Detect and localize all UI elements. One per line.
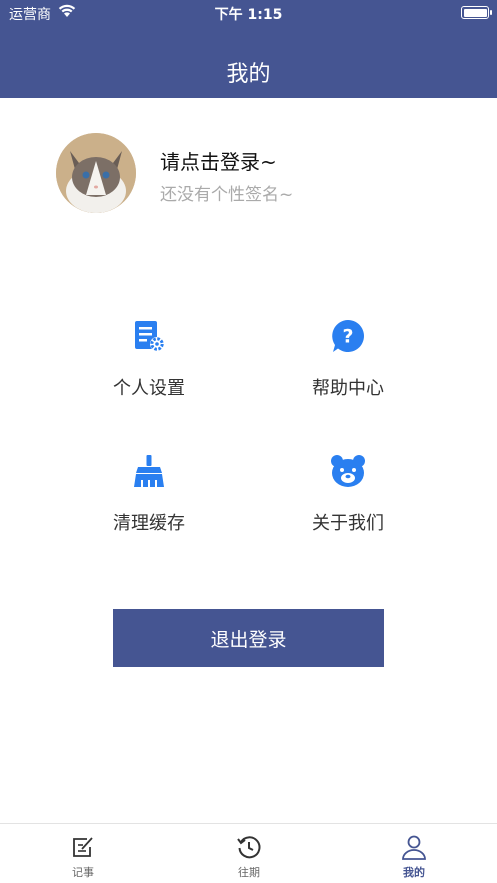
- help-bubble-icon: ?: [330, 318, 366, 354]
- status-bar: 运营商 下午 1:15: [0, 0, 497, 26]
- notepad-icon: [73, 837, 93, 857]
- menu-item-label: 个人设置: [113, 378, 185, 399]
- tab-mine[interactable]: 我的: [331, 824, 497, 883]
- avatar[interactable]: [56, 133, 136, 213]
- profile-section[interactable]: 请点击登录~ 还没有个性签名~: [0, 98, 497, 238]
- broom-icon: [131, 453, 167, 489]
- menu-item-label: 清理缓存: [113, 513, 185, 534]
- signature-text: 还没有个性签名~: [160, 185, 294, 205]
- logout-button[interactable]: 退出登录: [113, 609, 384, 667]
- tab-bar: 记事 往期 我的: [0, 823, 497, 883]
- tab-notes[interactable]: 记事: [0, 824, 166, 883]
- tab-history[interactable]: 往期: [166, 824, 332, 883]
- page-title: 我的: [226, 62, 271, 87]
- tab-label: 往期: [238, 866, 260, 879]
- settings-doc-icon: [131, 318, 167, 354]
- login-prompt[interactable]: 请点击登录~: [160, 146, 277, 175]
- menu-item-personal-settings[interactable]: 个人设置: [49, 318, 249, 400]
- tab-label: 记事: [72, 866, 94, 879]
- menu-item-clear-cache[interactable]: 清理缓存: [49, 453, 249, 535]
- svg-text:?: ?: [342, 326, 353, 348]
- menu-item-about-us[interactable]: 关于我们: [248, 453, 448, 535]
- menu-item-label: 关于我们: [312, 513, 384, 534]
- menu-item-help-center[interactable]: ? 帮助中心: [248, 318, 448, 400]
- menu-item-label: 帮助中心: [312, 378, 384, 399]
- top-header: 运营商 下午 1:15 我的: [0, 0, 497, 98]
- tab-label: 我的: [403, 866, 425, 879]
- status-time: 下午 1:15: [214, 7, 283, 23]
- history-icon: [237, 836, 261, 859]
- battery-icon: [461, 6, 492, 19]
- bear-icon: [330, 453, 366, 489]
- user-icon: [402, 835, 426, 860]
